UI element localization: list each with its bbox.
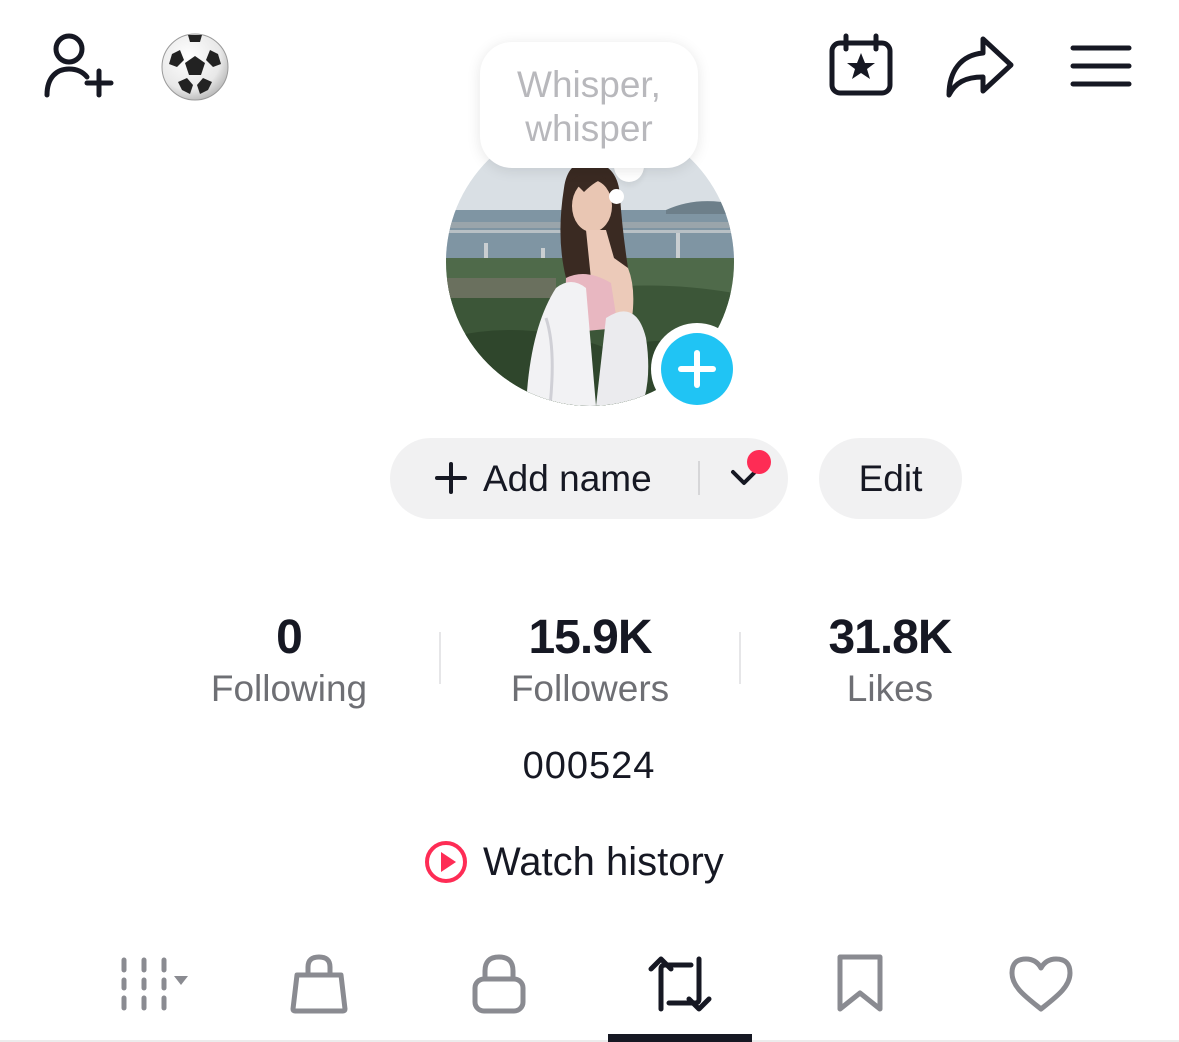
watch-history-link[interactable]: Watch history (423, 832, 724, 892)
likes-label: Likes (846, 668, 934, 709)
bio-text: 000524 (522, 745, 656, 787)
tab-favorites[interactable] (788, 942, 932, 1026)
add-name-label: Add name (483, 458, 652, 499)
plus-icon (435, 462, 467, 494)
private-lock-icon (472, 954, 526, 1014)
notification-dot (747, 450, 771, 474)
stat-followers[interactable]: 15.9K Followers (440, 610, 740, 712)
menu-icon[interactable] (1068, 40, 1134, 92)
active-tab-indicator (608, 1034, 752, 1042)
tab-shop[interactable] (247, 942, 391, 1026)
shop-bag-icon (290, 954, 348, 1014)
reposts-icon (648, 956, 712, 1012)
name-pill-divider (698, 461, 700, 495)
play-circle-icon (425, 841, 467, 883)
add-avatar-button[interactable] (651, 323, 743, 415)
add-avatar-plus-circle (661, 333, 733, 405)
plus-icon (678, 350, 716, 388)
stat-following[interactable]: 0 Following (139, 610, 439, 712)
favorites-bookmark-icon (837, 954, 883, 1012)
thought-bubble[interactable]: Whisper, whisper (480, 42, 698, 168)
thought-bubble-text: Whisper, whisper (517, 64, 661, 149)
tab-private[interactable] (427, 942, 571, 1026)
videos-grid-icon (121, 957, 188, 1011)
followers-label: Followers (510, 668, 670, 709)
thought-bubble-dot (609, 189, 624, 204)
watch-history-label: Watch history (483, 839, 724, 884)
tab-liked[interactable] (969, 942, 1113, 1026)
tab-videos[interactable] (70, 942, 214, 1026)
add-friend-icon[interactable] (40, 30, 116, 102)
liked-heart-icon (1009, 956, 1073, 1012)
likes-count: 31.8K (828, 611, 952, 664)
following-label: Following (210, 668, 368, 709)
add-name-button[interactable]: Add name (390, 438, 788, 519)
followers-count: 15.9K (528, 611, 652, 664)
share-icon[interactable] (942, 32, 1018, 100)
edit-profile-button[interactable]: Edit (819, 438, 962, 519)
tab-reposts[interactable] (608, 942, 752, 1026)
soccer-ball-icon[interactable] (158, 30, 232, 104)
stat-likes[interactable]: 31.8K Likes (740, 610, 1040, 712)
following-count: 0 (276, 611, 303, 664)
calendar-star-icon[interactable] (826, 32, 896, 98)
